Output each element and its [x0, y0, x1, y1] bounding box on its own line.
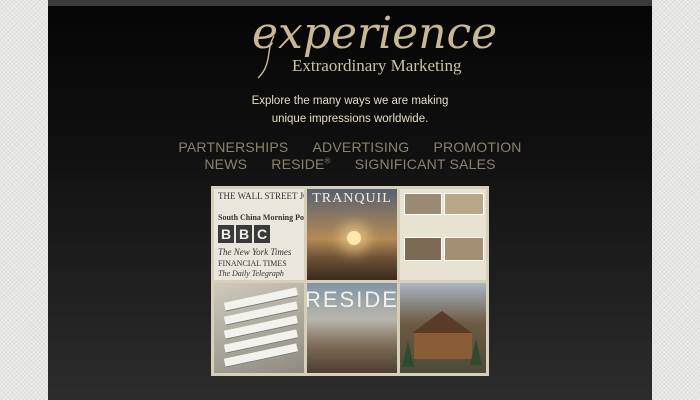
- tile-publications[interactable]: THE WALL STREET JOURNAL South China Morn…: [214, 189, 304, 280]
- house-photo-2: [444, 193, 484, 215]
- left-border-texture: [0, 0, 48, 400]
- nav-reside[interactable]: RESIDE®: [271, 156, 330, 172]
- logo-wordmark: experience: [252, 8, 498, 59]
- pub-telegraph: The Daily Telegraph: [218, 269, 284, 278]
- nav-promotion[interactable]: PROMOTION: [433, 139, 521, 155]
- tagline-line-1: Explore the many ways we are making: [251, 95, 449, 107]
- bbc-letter-1: B: [218, 225, 234, 243]
- logo-subtitle: Extraordinary Marketing: [292, 56, 462, 75]
- sunset-sun: [347, 231, 361, 245]
- nav-reside-label: RESIDE: [271, 156, 325, 172]
- tranquil-title: TRANQUIL: [312, 191, 392, 206]
- bbc-letter-2: B: [236, 225, 252, 243]
- pub-scmp: South China Morning Post: [218, 213, 304, 222]
- nav-row-2: NEWS RESIDE® SIGNIFICANT SALES: [0, 156, 700, 172]
- house-photo-4: [444, 237, 484, 261]
- tile-newspapers[interactable]: [214, 283, 304, 373]
- pub-nyt: The New York Times: [218, 247, 292, 257]
- tile-reside[interactable]: RESIDE: [307, 283, 397, 373]
- pine-tree-icon: [402, 341, 414, 367]
- experience-logo[interactable]: experience Extraordinary Marketing: [252, 12, 497, 92]
- house-photo-1: [404, 193, 442, 215]
- pine-tree-icon: [470, 339, 482, 365]
- nav-advertising[interactable]: ADVERTISING: [313, 139, 410, 155]
- bbc-letter-3: C: [254, 225, 270, 243]
- tile-lodge[interactable]: [400, 283, 486, 373]
- tagline-line-2: unique impressions worldwide.: [271, 113, 429, 125]
- nav-row-1: PARTNERSHIPS ADVERTISING PROMOTION: [0, 139, 700, 155]
- pub-wsj: THE WALL STREET JOURNAL: [218, 191, 304, 201]
- lodge-house: [414, 333, 472, 359]
- pub-ft: FINANCIAL TIMES: [218, 259, 287, 268]
- registered-mark: ®: [324, 156, 331, 166]
- reside-title: RESIDE: [307, 287, 397, 312]
- nav-partnerships[interactable]: PARTNERSHIPS: [178, 139, 288, 155]
- tile-real-estate[interactable]: [400, 189, 486, 280]
- house-photo-3: [404, 237, 442, 261]
- tile-tranquil[interactable]: TRANQUIL: [307, 189, 397, 280]
- right-border-texture: [652, 0, 700, 400]
- top-bar: [48, 0, 652, 6]
- lodge-roof: [412, 311, 472, 333]
- nav-significant-sales[interactable]: SIGNIFICANT SALES: [355, 156, 496, 172]
- tagline: Explore the many ways we are making uniq…: [0, 92, 700, 128]
- nav-news[interactable]: NEWS: [204, 156, 247, 172]
- feature-collage: THE WALL STREET JOURNAL South China Morn…: [211, 186, 489, 376]
